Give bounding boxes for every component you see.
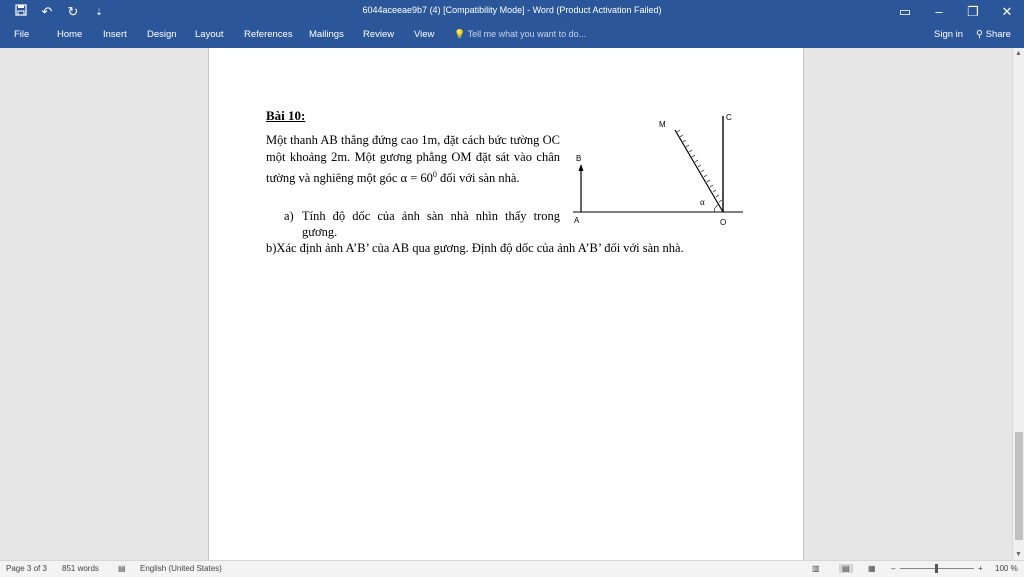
proofing-icon[interactable]: ▤ [118, 564, 126, 573]
exercise-heading: Bài 10: [266, 108, 306, 123]
person-icon: ⚲ [976, 29, 983, 40]
lightbulb-icon: 💡 [454, 29, 466, 39]
question-b: b)Xác định ảnh A’B’ của AB qua gương. Đị… [266, 241, 684, 255]
label-alpha: α [700, 197, 705, 207]
tell-me-text: Tell me what you want to do... [467, 29, 587, 39]
label-c: C [726, 113, 732, 122]
mirror-hatching [676, 129, 723, 203]
page-indicator[interactable]: Page 3 of 3 [6, 564, 47, 573]
web-layout-icon[interactable]: ▦ [868, 564, 876, 573]
paragraph-end: đối với sàn nhà. [440, 171, 520, 186]
tab-file[interactable]: File [14, 29, 29, 40]
document-page[interactable]: Bài 10: Một thanh AB thẳng đứng cao 1m, … [208, 48, 804, 560]
share-label: Share [985, 29, 1011, 40]
scroll-down-icon[interactable]: ▼ [1015, 551, 1022, 558]
ribbon-display-icon[interactable]: ▭ [888, 0, 922, 24]
mirror-om-line [674, 129, 724, 213]
zoom-out-icon[interactable]: – [891, 564, 895, 573]
zoom-level[interactable]: 100 % [995, 564, 1018, 573]
degree-superscript: 0 [432, 170, 437, 179]
zoom-in-icon[interactable]: + [978, 564, 983, 573]
label-b: B [576, 154, 581, 163]
share-button[interactable]: ⚲ Share [976, 29, 1011, 40]
alpha-arc [713, 204, 719, 213]
tab-mailings[interactable]: Mailings [309, 29, 344, 40]
tab-home[interactable]: Home [57, 29, 82, 40]
ribbon-tabs: File Home Insert Design Layout Reference… [0, 24, 1024, 48]
tab-layout[interactable]: Layout [195, 29, 224, 40]
label-a: A [574, 216, 580, 225]
tab-design[interactable]: Design [147, 29, 177, 40]
list-item-a: a) Tính độ dốc của ảnh sàn nhà nhìn thấy… [284, 208, 560, 240]
scroll-up-icon[interactable]: ▲ [1015, 50, 1022, 57]
list-marker: a) [284, 209, 294, 223]
mirror-diagram: M C B A O α [573, 113, 743, 227]
scroll-thumb[interactable] [1015, 432, 1023, 540]
tab-review[interactable]: Review [363, 29, 394, 40]
close-icon[interactable]: ✕ [990, 0, 1024, 24]
window-controls: ▭ – ❐ ✕ [888, 0, 1024, 24]
tab-view[interactable]: View [414, 29, 434, 40]
language-indicator[interactable]: English (United States) [140, 564, 222, 573]
tell-me-box[interactable]: 💡 Tell me what you want to do... [454, 29, 586, 40]
print-layout-icon[interactable]: ▤ [839, 564, 853, 573]
document-workspace: Bài 10: Một thanh AB thẳng đứng cao 1m, … [0, 48, 1012, 560]
label-m: M [659, 120, 666, 129]
read-mode-icon[interactable]: ▥ [812, 564, 820, 573]
vertical-scrollbar[interactable]: ▲ ▼ [1012, 48, 1024, 560]
title-bar: ↶ ↻ ⇣ 6044aceeae9b7 (4) [Compatibility M… [0, 0, 1024, 24]
problem-paragraph: Một thanh AB thẳng đứng cao 1m, đặt cách… [266, 132, 560, 187]
list-item-text: Tính độ dốc của ảnh sàn nhà nhìn thấy tr… [302, 209, 560, 239]
tab-references[interactable]: References [244, 29, 293, 40]
label-o: O [720, 218, 726, 227]
word-count[interactable]: 851 words [62, 564, 99, 573]
restore-icon[interactable]: ❐ [956, 0, 990, 24]
sign-in-link[interactable]: Sign in [934, 29, 963, 40]
object-arrowhead [578, 164, 584, 171]
zoom-slider-thumb[interactable] [935, 564, 938, 573]
tab-insert[interactable]: Insert [103, 29, 127, 40]
window-title: 6044aceeae9b7 (4) [Compatibility Mode] -… [362, 5, 662, 15]
minimize-icon[interactable]: – [922, 0, 956, 24]
status-bar: Page 3 of 3 851 words ▤ English (United … [0, 560, 1024, 577]
